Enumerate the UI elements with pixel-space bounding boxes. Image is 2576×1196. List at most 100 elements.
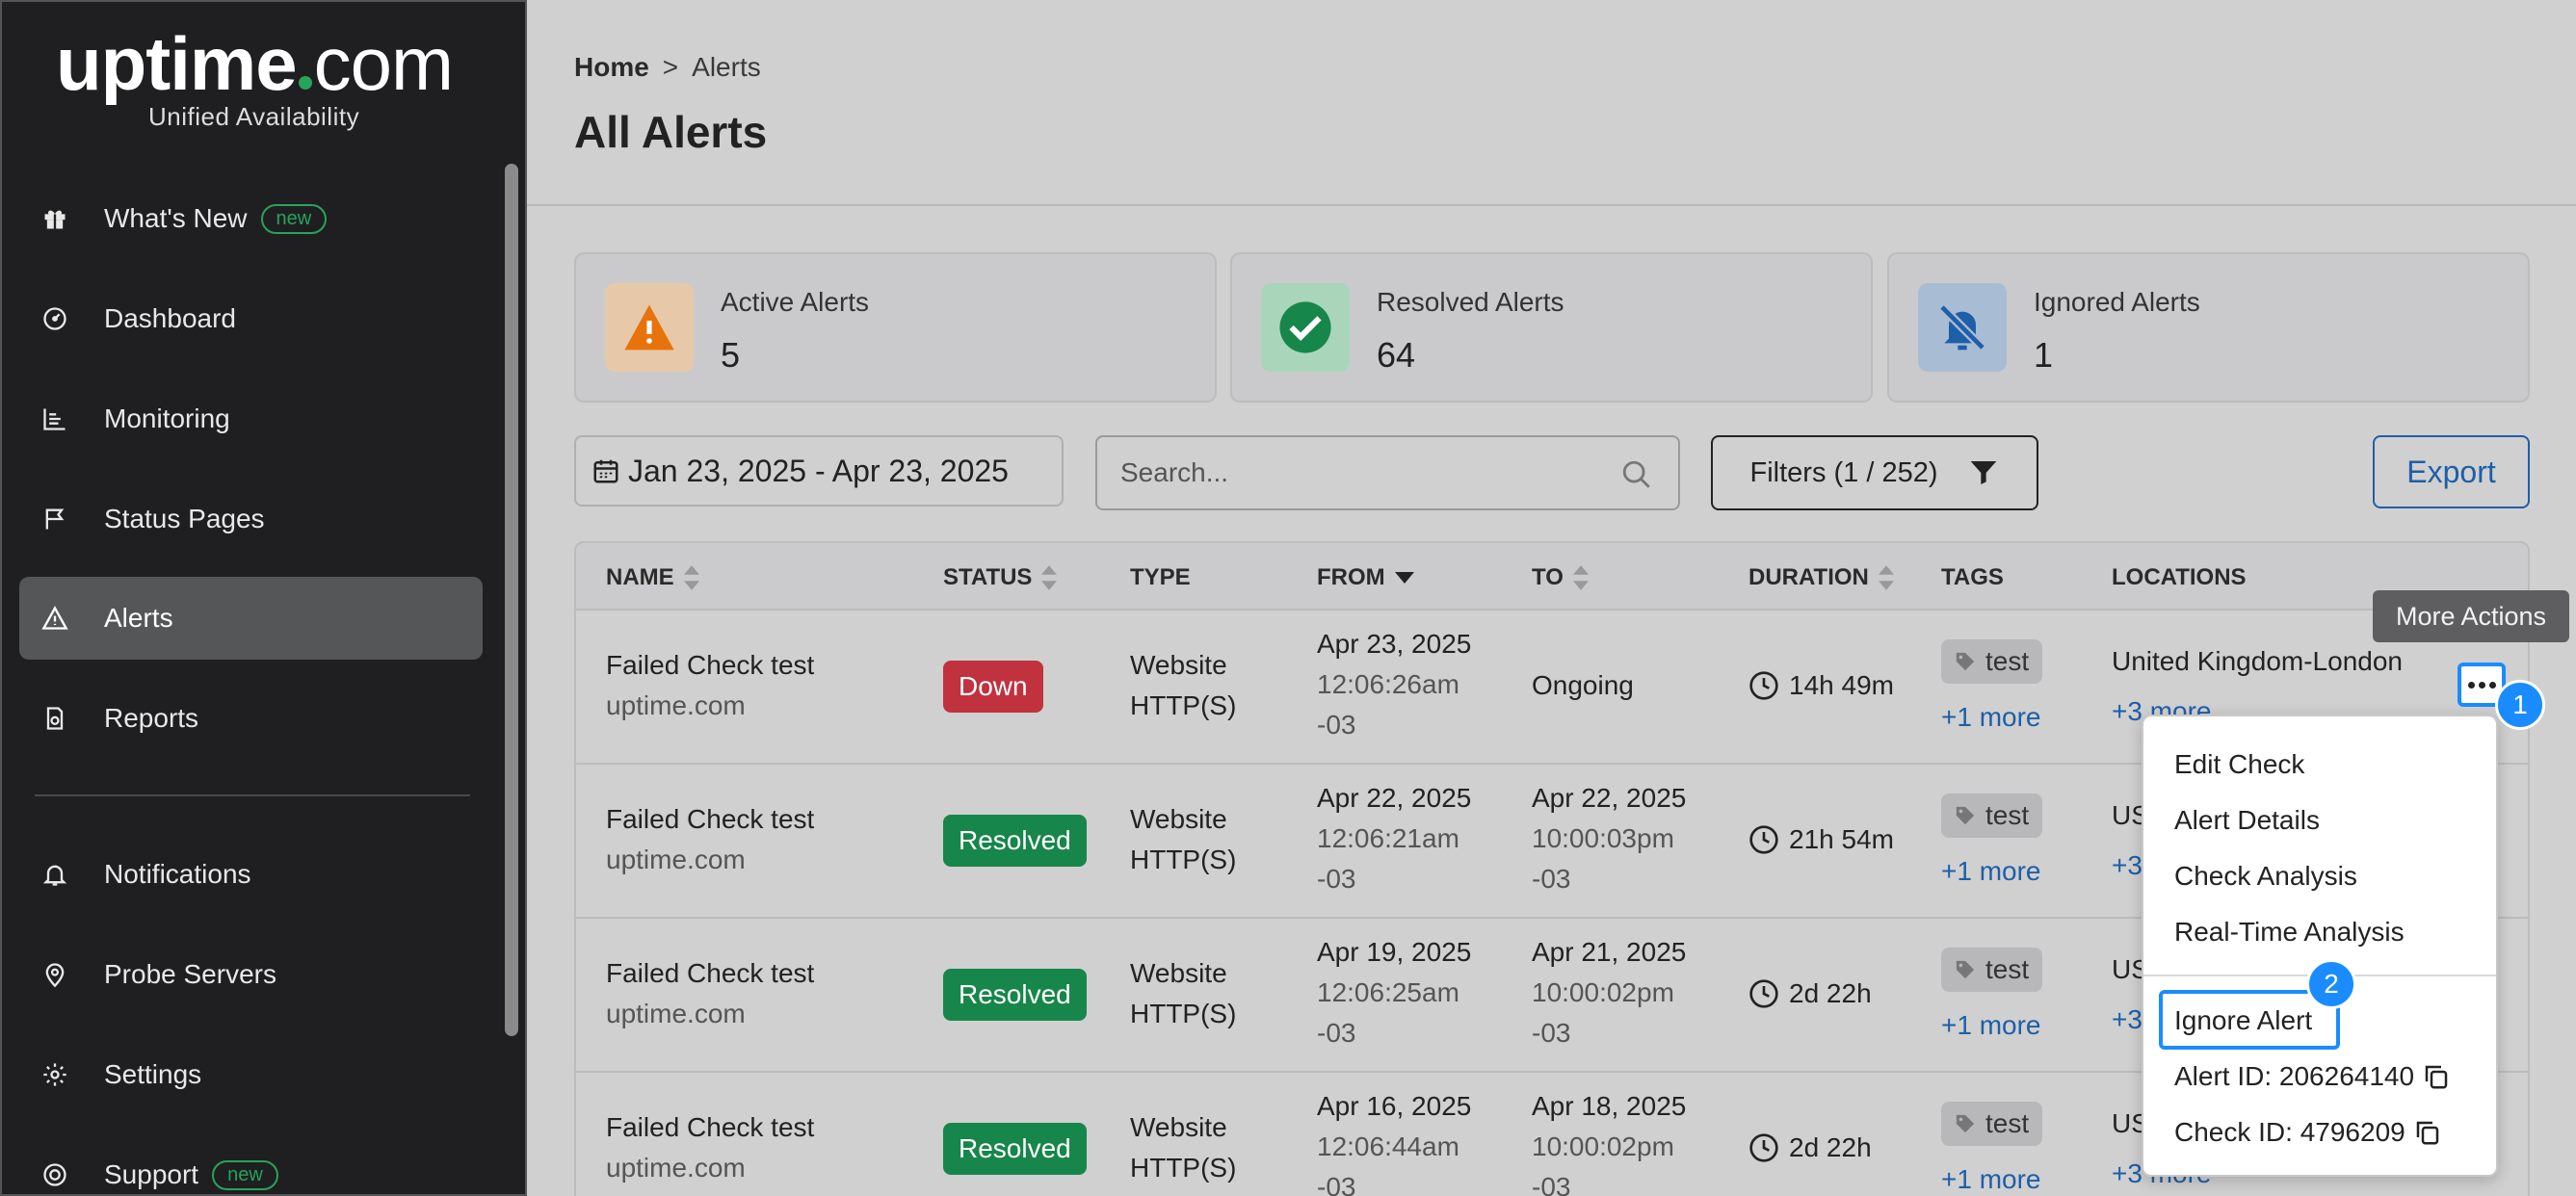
alert-name: Failed Check test uptime.com: [606, 958, 815, 1028]
filters-button[interactable]: Filters (1 / 252): [1711, 435, 2038, 510]
column-header-name[interactable]: NAME: [606, 564, 699, 591]
sort-icon: [683, 565, 699, 590]
sidebar-item-support[interactable]: Support new: [19, 1133, 483, 1196]
search-placeholder: Search...: [1120, 457, 1229, 487]
alert-id-row: Alert ID: 206264140: [2174, 1061, 2451, 1092]
column-header-status[interactable]: STATUS: [943, 564, 1058, 591]
status-badge: Resolved: [943, 815, 1087, 867]
column-header-type: TYPE: [1130, 564, 1191, 590]
sidebar-item-reports[interactable]: Reports: [19, 677, 483, 760]
alert-to: Ongoing: [1532, 670, 1634, 700]
column-header-to[interactable]: TO: [1532, 564, 1589, 591]
tag-icon: [1956, 1114, 1975, 1133]
menu-item-alert-details[interactable]: Alert Details: [2174, 805, 2320, 836]
alert-duration: 21h 54m: [1748, 819, 1894, 860]
resolved-alerts-card[interactable]: Resolved Alerts 64: [1230, 252, 1873, 403]
sidebar-item-whats-new[interactable]: What's New new: [19, 177, 483, 260]
more-actions-menu: Edit Check Alert Details Check Analysis …: [2142, 715, 2498, 1177]
sidebar-item-alerts[interactable]: Alerts: [19, 577, 483, 660]
lifebuoy-icon: [40, 1160, 69, 1189]
more-actions-tooltip: More Actions: [2373, 590, 2569, 642]
active-alerts-card[interactable]: Active Alerts 5: [574, 252, 1217, 403]
sidebar-item-label: Reports: [104, 703, 199, 733]
sidebar-item-label: Probe Servers: [104, 959, 276, 989]
column-header-from[interactable]: FROM: [1317, 564, 1414, 591]
gauge-icon: [40, 304, 69, 333]
new-badge: new: [260, 203, 328, 234]
column-header-duration[interactable]: DURATION: [1748, 564, 1894, 591]
new-badge: new: [212, 1159, 278, 1190]
alert-type: Website HTTP(S): [1130, 650, 1237, 720]
sidebar-item-settings[interactable]: Settings: [19, 1033, 483, 1116]
locations-more-link[interactable]: +3: [2112, 845, 2142, 886]
header-divider: [527, 204, 2576, 206]
tag-chip[interactable]: test: [1941, 1102, 2043, 1146]
step-marker-2: 2: [2306, 959, 2356, 1009]
bell-slash-icon: [1918, 283, 2007, 372]
tag-chip[interactable]: test: [1941, 639, 2043, 684]
sidebar-item-label: Dashboard: [104, 303, 236, 333]
alert-to: Apr 18, 2025 10:00:02pm -03: [1532, 1091, 1687, 1196]
copy-icon[interactable]: [2422, 1062, 2451, 1091]
tag-chip[interactable]: test: [1941, 948, 2043, 992]
warning-icon: [40, 604, 69, 633]
sidebar-item-notifications[interactable]: Notifications: [19, 833, 483, 916]
search-input[interactable]: Search...: [1095, 435, 1680, 510]
sidebar-item-label: What's New: [104, 203, 248, 233]
status-badge: Down: [943, 661, 1043, 713]
export-button[interactable]: Export: [2373, 435, 2530, 508]
sidebar-divider: [35, 794, 470, 796]
copy-icon[interactable]: [2413, 1118, 2442, 1147]
date-range-picker[interactable]: Jan 23, 2025 - Apr 23, 2025: [574, 435, 1064, 507]
alert-duration: 2d 22h: [1748, 1128, 1872, 1168]
sidebar-item-label: Alerts: [104, 603, 173, 633]
menu-item-check-analysis[interactable]: Check Analysis: [2174, 861, 2357, 892]
alert-to: Apr 22, 2025 10:00:03pm -03: [1532, 783, 1687, 894]
sidebar-item-label: Settings: [104, 1059, 202, 1089]
ignored-alerts-card[interactable]: Ignored Alerts 1: [1887, 252, 2530, 403]
tags-more-link[interactable]: +1 more: [1941, 1159, 2041, 1196]
alert-name: Failed Check test uptime.com: [606, 650, 815, 720]
breadcrumb-home[interactable]: Home: [574, 52, 649, 82]
gift-icon: [40, 204, 69, 233]
locations-more-link[interactable]: +3: [2112, 1000, 2142, 1040]
sidebar-item-dashboard[interactable]: Dashboard: [19, 277, 483, 360]
table-header: NAME STATUS TYPE FROM TO DURATION TAGS L…: [576, 543, 2528, 611]
sidebar-item-label: Notifications: [104, 859, 251, 889]
page-title: All Alerts: [574, 107, 768, 157]
logo[interactable]: uptime com: [56, 25, 454, 102]
tag-icon: [1956, 652, 1975, 671]
tags-more-link[interactable]: +1 more: [1941, 1005, 2041, 1046]
sidebar-item-probe-servers[interactable]: Probe Servers: [19, 933, 483, 1016]
tag-chip[interactable]: test: [1941, 793, 2043, 838]
sidebar-scrollbar[interactable]: [505, 164, 518, 1036]
menu-item-ignore-alert[interactable]: Ignore Alert: [2174, 1005, 2312, 1036]
card-label: Active Alerts: [721, 287, 870, 317]
menu-item-edit-check[interactable]: Edit Check: [2174, 749, 2304, 780]
gear-icon: [40, 1060, 69, 1089]
card-value: 1: [2034, 335, 2054, 375]
flag-icon: [40, 505, 69, 533]
tags-more-link[interactable]: +1 more: [1941, 851, 2041, 892]
sort-icon: [1878, 565, 1894, 590]
alert-from: Apr 16, 2025 12:06:44am -03: [1317, 1091, 1472, 1196]
date-range-text: Jan 23, 2025 - Apr 23, 2025: [628, 453, 1009, 488]
column-header-locations: LOCATIONS: [2112, 564, 2247, 590]
alert-name: Failed Check test uptime.com: [606, 804, 815, 874]
logo-tagline: Unified Availability: [148, 102, 360, 131]
card-label: Resolved Alerts: [1377, 287, 1564, 317]
alert-type: Website HTTP(S): [1130, 1112, 1237, 1183]
search-icon[interactable]: [1620, 458, 1653, 491]
clock-icon: [1749, 979, 1778, 1008]
sidebar-item-label: Monitoring: [104, 403, 230, 433]
filters-label: Filters (1 / 252): [1749, 456, 1938, 488]
check-id-row: Check ID: 4796209: [2174, 1117, 2442, 1148]
location-text: United Kingdom-London: [2112, 646, 2403, 676]
sidebar-item-status-pages[interactable]: Status Pages: [19, 478, 483, 560]
check-id-text: Check ID: 4796209: [2174, 1117, 2405, 1147]
alert-from: Apr 23, 2025 12:06:26am -03: [1317, 629, 1472, 740]
sidebar-item-monitoring[interactable]: Monitoring: [19, 377, 483, 460]
sort-icon: [1041, 565, 1058, 590]
menu-item-real-time-analysis[interactable]: Real-Time Analysis: [2174, 917, 2405, 948]
tags-more-link[interactable]: +1 more: [1941, 697, 2041, 738]
